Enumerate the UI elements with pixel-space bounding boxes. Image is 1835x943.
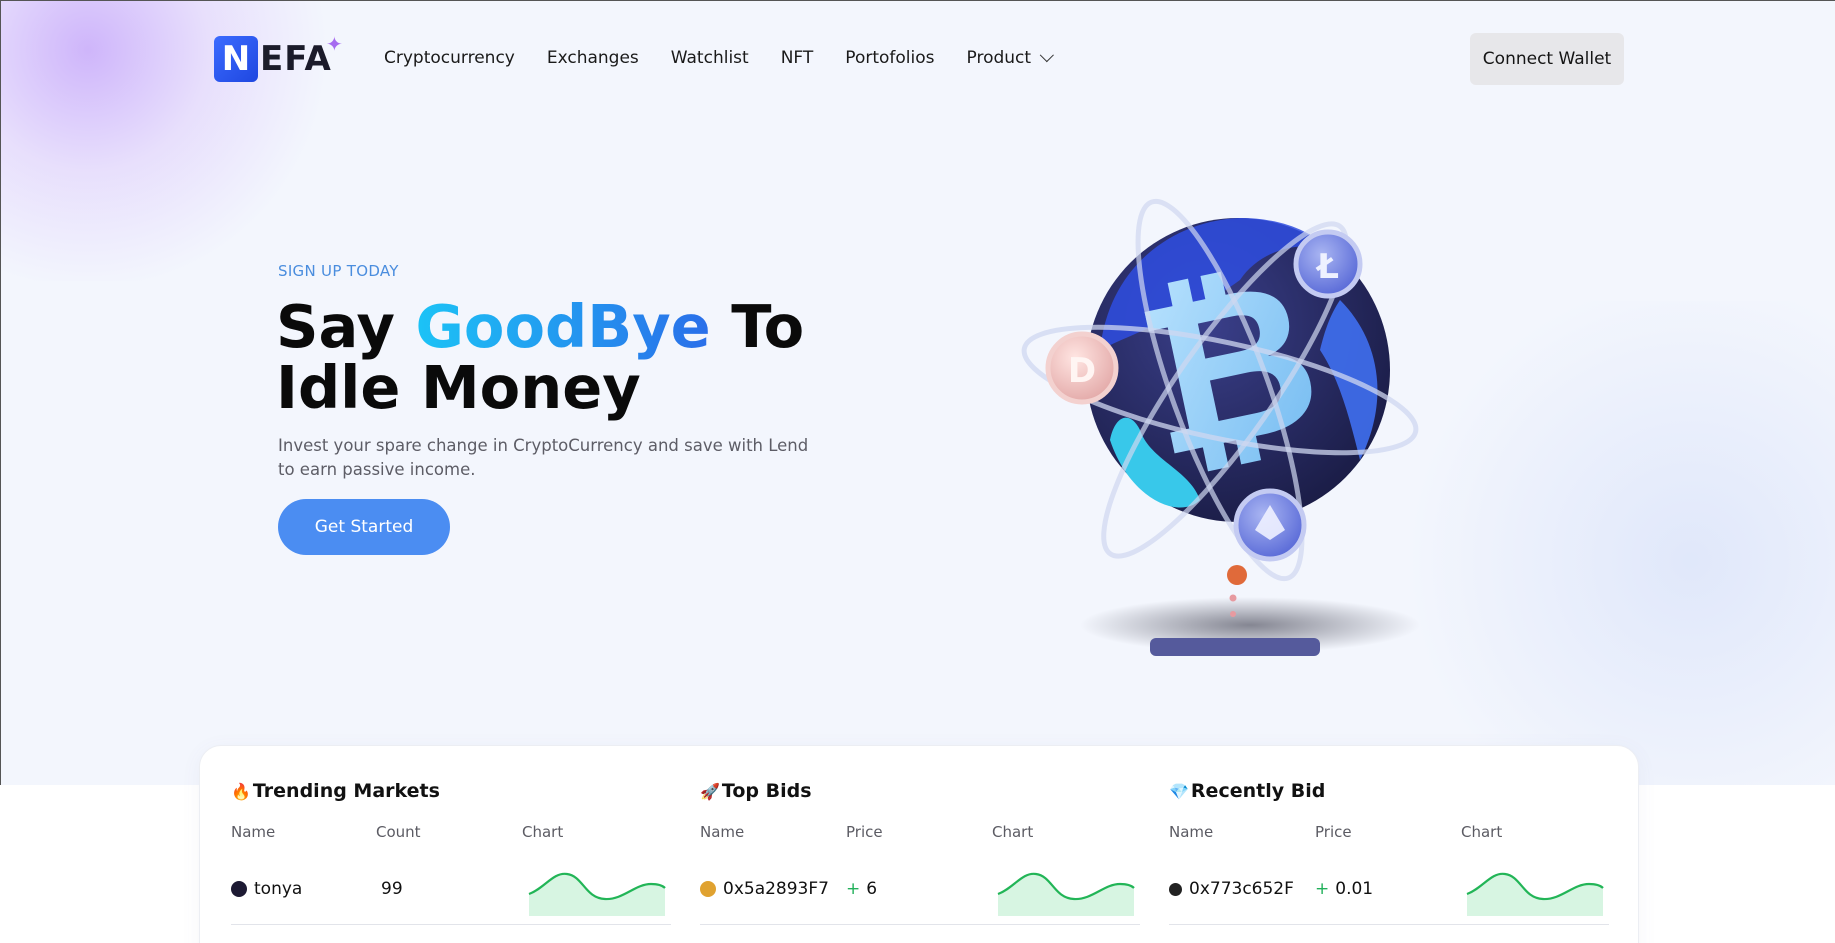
nav-portofolios[interactable]: Portofolios xyxy=(845,48,934,68)
token-avatar xyxy=(231,881,247,897)
sparkline-chart xyxy=(997,872,1135,916)
connect-wallet-button[interactable]: Connect Wallet xyxy=(1470,33,1624,85)
column-header-price: Price xyxy=(846,823,883,841)
headline-pre: Say xyxy=(276,292,416,361)
price-value: 6 xyxy=(866,879,878,899)
hero-eyebrow: SIGN UP TODAY xyxy=(278,262,399,280)
markets-card: 🔥 Trending Markets Name Count Chart tonya… xyxy=(199,745,1639,943)
token-avatar xyxy=(700,881,716,897)
nav-product[interactable]: Product xyxy=(966,48,1054,68)
sparkline-chart xyxy=(1466,872,1604,916)
fire-icon: 🔥 xyxy=(231,782,251,801)
small-orb xyxy=(1230,611,1236,617)
hero-subtext: Invest your spare change in CryptoCurren… xyxy=(278,436,809,479)
small-orb xyxy=(1229,594,1237,602)
main-nav: Cryptocurrency Exchanges Watchlist NFT P… xyxy=(384,48,1081,68)
logo-mark: N xyxy=(214,36,258,82)
pedestal xyxy=(1150,638,1320,656)
trending-title-text: Trending Markets xyxy=(252,780,440,802)
sparkle-icon: ✦ xyxy=(326,32,343,56)
table-row-name[interactable]: tonya xyxy=(231,879,302,899)
row-divider xyxy=(1169,924,1609,925)
token-name: 0x773c652F xyxy=(1189,879,1294,899)
column-header-count: Count xyxy=(376,823,421,841)
table-row-name[interactable]: 0x773c652F xyxy=(1169,879,1294,899)
column-header-chart: Chart xyxy=(1461,823,1503,841)
nav-nft[interactable]: NFT xyxy=(781,48,814,68)
price-value: 0.01 xyxy=(1335,879,1374,899)
recently-bid-title: 💎 Recently Bid xyxy=(1169,780,1325,802)
table-row-price: +6 xyxy=(846,879,877,899)
crypto-globe-illustration: ₿ Ł D xyxy=(1021,198,1420,656)
token-name: 0x5a2893F7 xyxy=(723,879,829,899)
litecoin-glyph: Ł xyxy=(1315,247,1339,287)
nav-product-label: Product xyxy=(966,48,1032,68)
chevron-down-icon xyxy=(1039,48,1054,63)
diamond-icon: 💎 xyxy=(1169,782,1189,801)
table-row-name[interactable]: 0x5a2893F7 xyxy=(700,879,829,899)
nav-exchanges[interactable]: Exchanges xyxy=(547,48,639,68)
recently-bid-title-text: Recently Bid xyxy=(1190,780,1326,802)
positive-sign: + xyxy=(846,879,861,899)
table-row-count: 99 xyxy=(381,879,403,899)
column-header-name: Name xyxy=(700,823,745,841)
top-bids-title: 🚀 Top Bids xyxy=(700,780,812,802)
hero-headline: Say GoodBye To Idle Money xyxy=(276,296,836,418)
column-header-name: Name xyxy=(1169,823,1214,841)
brand-logo[interactable]: N EFA ✦ xyxy=(214,32,343,82)
nav-watchlist[interactable]: Watchlist xyxy=(671,48,749,68)
orange-orb xyxy=(1227,565,1247,585)
table-row-price: +0.01 xyxy=(1315,879,1373,899)
headline-accent: GoodBye xyxy=(415,292,711,361)
column-header-chart: Chart xyxy=(992,823,1034,841)
dogecoin-glyph: D xyxy=(1068,351,1096,391)
column-header-price: Price xyxy=(1315,823,1352,841)
sparkline-chart xyxy=(528,872,666,916)
token-avatar xyxy=(1169,882,1182,896)
column-header-name: Name xyxy=(231,823,276,841)
row-divider xyxy=(700,924,1140,925)
top-bids-title-text: Top Bids xyxy=(721,780,812,802)
trending-markets-title: 🔥 Trending Markets xyxy=(231,780,440,802)
row-divider xyxy=(231,924,671,925)
positive-sign: + xyxy=(1315,879,1330,899)
column-header-chart: Chart xyxy=(522,823,564,841)
token-name: tonya xyxy=(254,879,303,899)
rocket-icon: 🚀 xyxy=(700,782,720,801)
get-started-button[interactable]: Get Started xyxy=(278,499,450,555)
logo-text: EFA xyxy=(260,39,332,79)
nav-cryptocurrency[interactable]: Cryptocurrency xyxy=(384,48,515,68)
